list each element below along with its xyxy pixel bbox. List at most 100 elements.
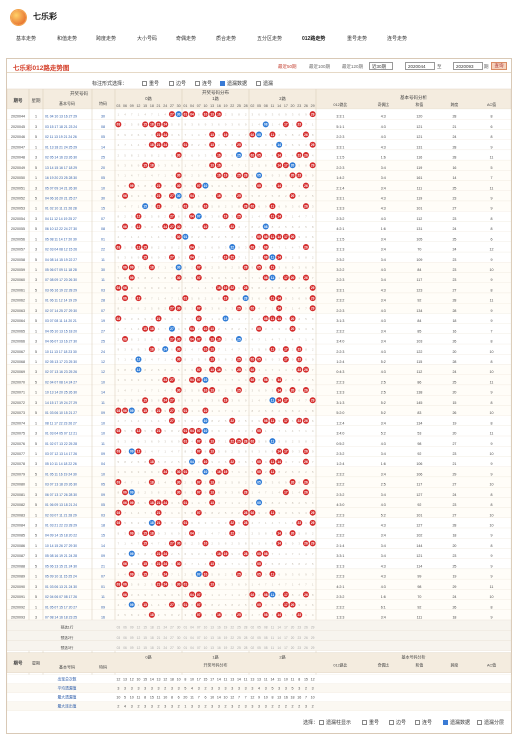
analysis-cell: 98 <box>417 585 421 589</box>
drawn-ball-number: 12 <box>137 296 141 300</box>
analysis-cell: 28 <box>452 299 456 303</box>
analysis-cell: 23 <box>452 503 456 507</box>
nav-item[interactable]: 和值走势 <box>57 35 77 42</box>
special-ball-number: 10 <box>204 470 208 474</box>
issue-cell: 2020051 <box>11 186 25 190</box>
drawn-ball-number: 25 <box>237 215 241 219</box>
special-number-cell: 05 <box>101 135 105 139</box>
option-checkbox[interactable]: 遗漏分层 <box>477 719 504 726</box>
analysis-cell: 114 <box>416 564 422 568</box>
drawn-ball-number: 27 <box>170 215 174 219</box>
option-checkbox[interactable]: 连号 <box>415 719 432 726</box>
stats-value: 5 <box>292 687 294 691</box>
drawn-ball-number: 24 <box>163 583 167 587</box>
checkbox-icon <box>319 720 324 725</box>
special-ball-number: 27 <box>170 327 174 331</box>
analysis-cell: 10 <box>490 524 494 528</box>
forecast-cell: 13 <box>210 646 214 650</box>
week-cell: 1 <box>35 544 37 548</box>
nav-item[interactable]: 012路走势 <box>302 35 325 42</box>
footer-analysis-col: 奇偶比 <box>378 663 390 668</box>
stats-value: 11 <box>190 696 194 700</box>
nav-item[interactable]: 奇偶走势 <box>176 35 196 42</box>
drawn-ball-number: 24 <box>163 501 167 505</box>
stats-value: 10 <box>136 678 140 682</box>
issue-cell: 2020086 <box>11 544 25 548</box>
drawn-ball-number: 07 <box>197 276 201 280</box>
week-cell: 3 <box>35 309 37 313</box>
drawn-ball-number: 30 <box>177 583 181 587</box>
drawn-ball-number: 03 <box>117 245 121 249</box>
forecast-cell: 07 <box>197 636 201 640</box>
option-checkbox[interactable]: 边号 <box>389 719 406 726</box>
option-checkbox[interactable]: 遗漏柱显示 <box>319 719 351 726</box>
analysis-cell: 131 <box>416 145 422 149</box>
special-number-cell: 09 <box>101 554 105 558</box>
analysis-cell: 3:4 <box>381 452 386 456</box>
nav-item[interactable]: 大小号码 <box>137 35 157 42</box>
basic-numbers-cell: 01 13 18 21 24 25 29 <box>45 145 77 149</box>
footer-week-header: 星期 <box>32 660 40 666</box>
zone-header: 0路 <box>145 95 152 102</box>
special-number-cell: 07 <box>101 575 105 579</box>
week-cell: 3 <box>35 462 37 466</box>
drawn-ball-number: 11 <box>271 572 275 576</box>
week-cell: 3 <box>35 125 37 129</box>
forecast-cell: 11 <box>271 646 275 650</box>
drawn-ball-number: 29 <box>311 542 315 546</box>
zone-number-header: 01 <box>183 104 187 108</box>
nav-item[interactable]: 连号走势 <box>387 35 407 42</box>
stats-value: 14 <box>150 678 154 682</box>
special-ball-number: 08 <box>264 225 268 229</box>
analysis-cell: 27 <box>452 483 456 487</box>
drawn-ball-number: 14 <box>277 255 281 259</box>
special-ball-number: 09 <box>130 552 134 556</box>
nav-item[interactable]: 跨度走势 <box>96 35 116 42</box>
nav-item[interactable]: 基本走势 <box>16 35 36 42</box>
drawn-ball-number: 26 <box>304 491 308 495</box>
analysis-cell: 20 <box>452 350 456 354</box>
analysis-cell: 27 <box>452 288 456 292</box>
forecast-cell: 21 <box>157 646 161 650</box>
forecast-cell: 01 <box>184 626 188 630</box>
basic-numbers-cell: 06 10 12 22 24 27 30 <box>45 227 77 231</box>
stats-value: 13 <box>277 696 281 700</box>
footer-analysis-col: 跨度 <box>451 663 459 668</box>
analysis-cell: 4:3 <box>381 125 386 129</box>
forecast-cell: 24 <box>163 636 167 640</box>
forecast-cell: 03 <box>117 626 121 630</box>
analysis-cell: 28 <box>452 524 456 528</box>
analysis-cell: 2:2:3 <box>336 166 344 170</box>
issue-cell: 2020069 <box>11 370 25 374</box>
drawn-ball-number: 16 <box>217 613 221 617</box>
option-checkbox[interactable]: 重号 <box>362 719 379 726</box>
drawn-ball-number: 21 <box>157 317 161 321</box>
draw-numbers-header: 开奖号码 <box>70 90 88 97</box>
zone-number-header: 21 <box>157 104 161 108</box>
special-number-cell: 09 <box>101 605 105 609</box>
drawn-ball-number: 23 <box>297 521 301 525</box>
zone-number-header: 22 <box>230 104 234 108</box>
analysis-cell: 127 <box>416 493 422 497</box>
nav-item[interactable]: 质合走势 <box>216 35 236 42</box>
analysis-cell: 145 <box>416 401 422 405</box>
forecast-cell: 19 <box>224 626 228 630</box>
drawn-ball-number: 30 <box>177 174 181 178</box>
analysis-cell: 2:2:3 <box>336 350 344 354</box>
stats-value: 3 <box>305 705 307 709</box>
stats-value: 3 <box>278 687 280 691</box>
drawn-ball-number: 16 <box>217 174 221 178</box>
week-cell: 3 <box>35 248 37 252</box>
drawn-ball-number: 26 <box>304 593 308 597</box>
forecast-cell: 18 <box>150 626 154 630</box>
drawn-ball-number: 16 <box>217 286 221 290</box>
nav-item[interactable]: 五分区走势 <box>257 35 282 42</box>
forecast-cell: 14 <box>277 646 281 650</box>
drawn-ball-number: 13 <box>210 337 214 341</box>
analysis-col-header: 和值 <box>416 102 424 107</box>
drawn-ball-number: 26 <box>304 368 308 372</box>
option-checkbox[interactable]: 遗漏数据 <box>443 719 470 726</box>
analysis-cell: 18 <box>452 319 456 323</box>
nav-item[interactable]: 重号走势 <box>347 35 367 42</box>
drawn-ball-number: 03 <box>117 429 121 433</box>
